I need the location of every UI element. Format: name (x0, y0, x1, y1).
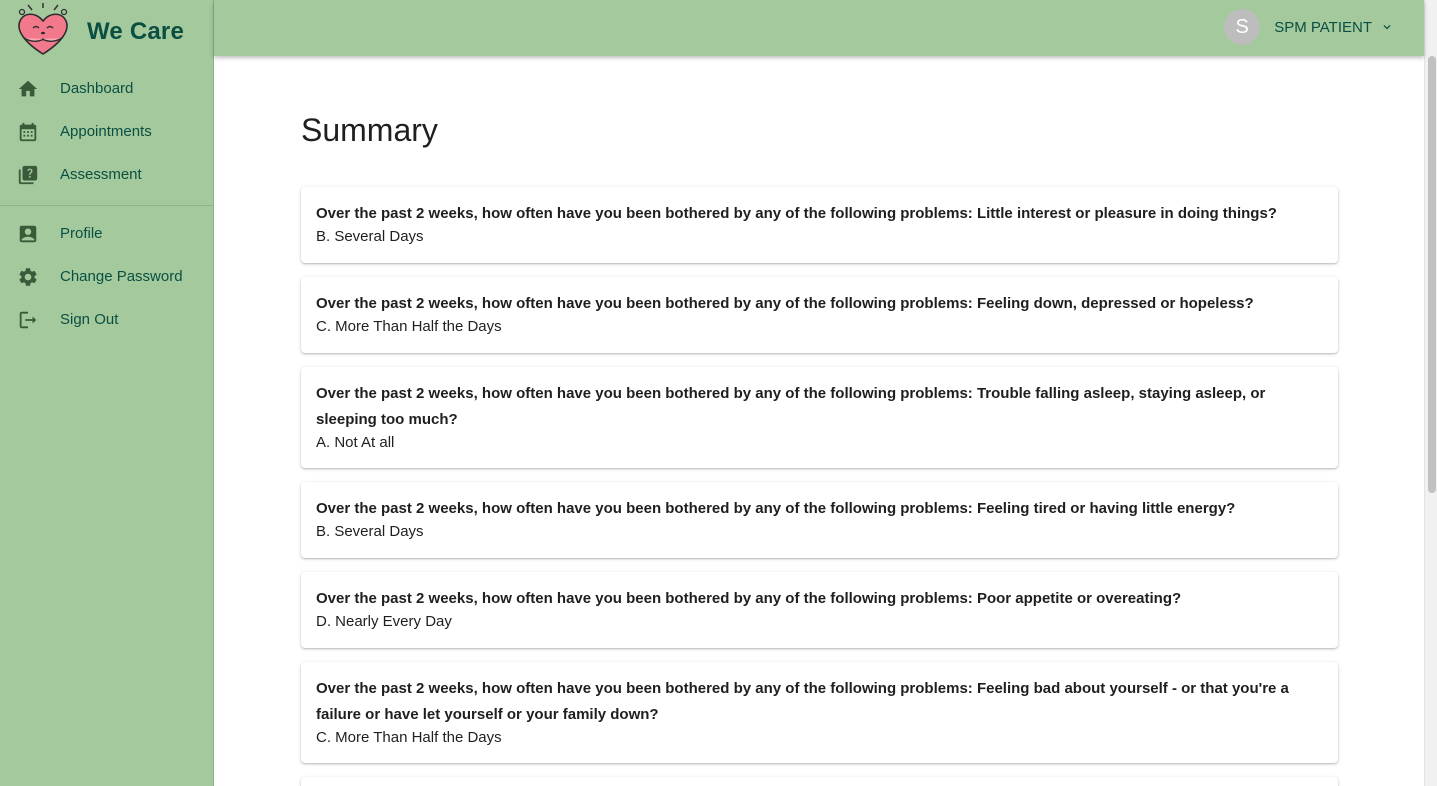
brand-name: We Care (87, 18, 185, 45)
main-content: Summary Over the past 2 weeks, how often… (215, 56, 1424, 786)
answer-text: D. Nearly Every Day (316, 613, 452, 630)
top-app-bar: S SPM PATIENT (214, 0, 1424, 56)
chevron-down-icon (1383, 25, 1391, 30)
summary-card: Over the past 2 weeks, how often have yo… (301, 572, 1338, 648)
gear-icon (19, 268, 37, 286)
sidebar-item-label: Assessment (60, 166, 142, 183)
summary-card: Over the past 2 weeks, how often have yo… (301, 277, 1338, 353)
profile-icon (19, 225, 37, 243)
summary-card (301, 777, 1338, 786)
sidebar-item-label: Change Password (60, 268, 183, 285)
quiz-icon (18, 165, 38, 185)
sidebar-item-label: Profile (60, 225, 103, 242)
question-text: Over the past 2 weeks, how often have yo… (316, 385, 1266, 428)
sidebar-item-assessment[interactable]: Assessment (0, 155, 213, 195)
question-text: Over the past 2 weeks, how often have yo… (316, 295, 1254, 312)
sidebar-item-label: Sign Out (60, 311, 119, 328)
page-title: Summary (301, 112, 438, 148)
question-text: Over the past 2 weeks, how often have yo… (316, 500, 1236, 517)
user-menu-button[interactable]: S SPM PATIENT (1224, 9, 1394, 45)
vertical-scrollbar[interactable] (1424, 0, 1437, 786)
scrollbar-thumb[interactable] (1428, 56, 1436, 493)
home-icon (18, 80, 38, 97)
sidebar-item-label: Appointments (60, 123, 152, 140)
sidebar-item-sign-out[interactable]: Sign Out (0, 300, 213, 340)
answer-text: B. Several Days (316, 228, 424, 245)
question-text: Over the past 2 weeks, how often have yo… (316, 680, 1289, 723)
summary-card: Over the past 2 weeks, how often have yo… (301, 662, 1338, 763)
avatar: S (1224, 9, 1261, 45)
user-name: SPM PATIENT (1274, 18, 1372, 36)
answer-text: C. More Than Half the Days (316, 729, 502, 746)
sidebar-item-label: Dashboard (60, 80, 134, 97)
calendar-icon (19, 122, 37, 142)
sidebar: We Care Dashboard Appointments Assessmen… (0, 0, 214, 786)
brand[interactable]: We Care (0, 0, 214, 64)
answer-text: C. More Than Half the Days (316, 318, 502, 335)
answer-text: A. Not At all (316, 434, 395, 451)
sidebar-item-change-password[interactable]: Change Password (0, 257, 213, 297)
sign-out-icon (19, 311, 37, 329)
summary-card: Over the past 2 weeks, how often have yo… (301, 367, 1338, 468)
sidebar-divider (0, 205, 213, 206)
answer-text: B. Several Days (316, 523, 424, 540)
sidebar-item-profile[interactable]: Profile (0, 214, 213, 254)
heart-mascot-icon (18, 3, 68, 55)
summary-card: Over the past 2 weeks, how often have yo… (301, 482, 1338, 558)
question-text: Over the past 2 weeks, how often have yo… (316, 590, 1182, 607)
summary-card: Over the past 2 weeks, how often have yo… (301, 187, 1338, 263)
question-text: Over the past 2 weeks, how often have yo… (316, 205, 1277, 222)
sidebar-item-appointments[interactable]: Appointments (0, 112, 213, 152)
sidebar-item-dashboard[interactable]: Dashboard (0, 69, 213, 109)
